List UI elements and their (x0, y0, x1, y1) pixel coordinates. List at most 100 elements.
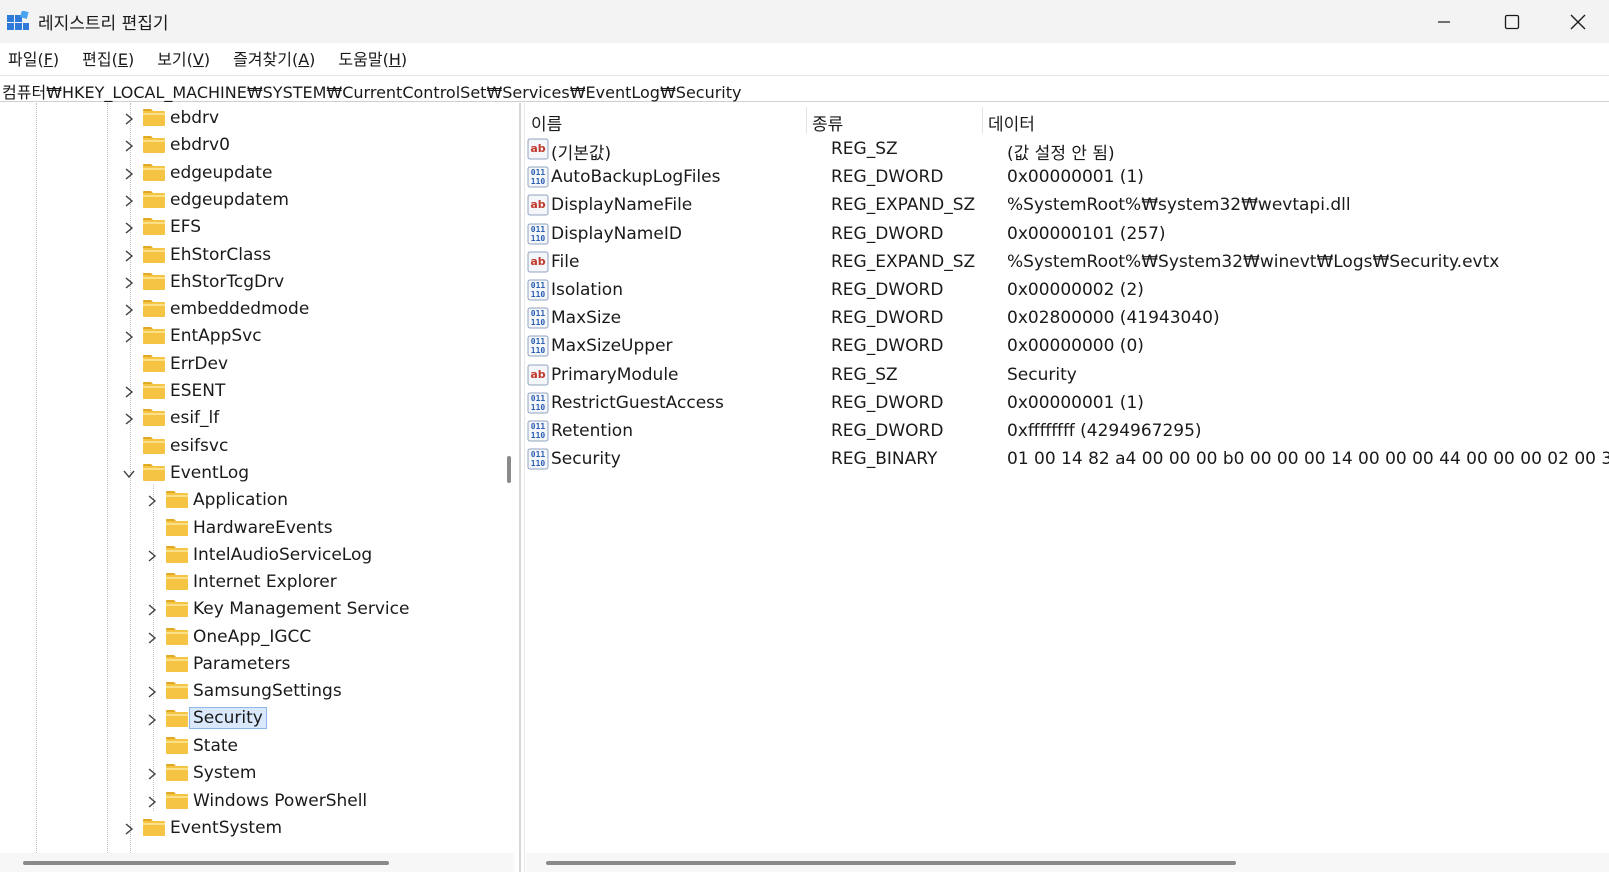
address-bar[interactable]: 컴퓨터₩HKEY_LOCAL_MACHINE₩SYSTEM₩CurrentCon… (0, 75, 1609, 102)
tree-node-label[interactable]: edgeupdatem (170, 190, 289, 210)
tree-node[interactable]: Security (0, 706, 500, 734)
chevron-right-icon[interactable] (123, 195, 135, 207)
tree-node-label[interactable]: Internet Explorer (193, 572, 337, 592)
menu-edit[interactable]: 편집(E) (82, 46, 134, 70)
tree-node-label[interactable]: Windows PowerShell (193, 791, 367, 811)
tree-node[interactable]: EhStorTcgDrv (0, 269, 500, 297)
list-hscroll-thumb[interactable] (546, 861, 1236, 865)
chevron-right-icon[interactable] (146, 686, 158, 698)
tree-node[interactable]: edgeupdate (0, 160, 500, 188)
chevron-right-icon[interactable] (123, 168, 135, 180)
pane-splitter[interactable] (519, 103, 521, 872)
tree-node[interactable]: EventLog (0, 460, 500, 488)
address-path[interactable]: 컴퓨터₩HKEY_LOCAL_MACHINE₩SYSTEM₩CurrentCon… (2, 79, 742, 103)
value-row[interactable]: 011 110 RestrictGuestAccess REG_DWORD 0x0000… (526, 390, 1609, 419)
chevron-right-icon[interactable] (146, 604, 158, 616)
value-row[interactable]: ab File REG_EXPAND_SZ %SystemRoot%₩System32… (526, 249, 1609, 278)
value-list[interactable]: 이름 종류 데이터 ab (기본값) REG_SZ (값 설정 안 됨) 011 110 A… (526, 103, 1609, 853)
value-row[interactable]: 011 110 MaxSizeUpper REG_DWORD 0x00000000 (0… (526, 333, 1609, 362)
key-tree[interactable]: ebdrv ebdrv0 edgeupdate edgeupdatem EFS EhSto… (0, 103, 514, 853)
menu-view[interactable]: 보기(V) (157, 46, 210, 70)
tree-node[interactable]: Application (0, 487, 500, 515)
chevron-right-icon[interactable] (123, 304, 135, 316)
chevron-right-icon[interactable] (146, 495, 158, 507)
minimize-button[interactable] (1410, 0, 1478, 43)
tree-node-label[interactable]: ESENT (170, 381, 225, 401)
list-horizontal-scrollbar[interactable] (526, 853, 1609, 872)
chevron-right-icon[interactable] (123, 823, 135, 835)
tree-node-label[interactable]: edgeupdate (170, 163, 272, 183)
chevron-right-icon[interactable] (146, 550, 158, 562)
tree-node[interactable]: Windows PowerShell (0, 788, 500, 816)
tree-node[interactable]: embeddedmode (0, 296, 500, 324)
value-row[interactable]: ab PrimaryModule REG_SZ Security (526, 362, 1609, 391)
tree-node[interactable]: ebdrv0 (0, 132, 500, 160)
tree-node-label[interactable]: EventLog (170, 463, 249, 483)
tree-node-label[interactable]: ebdrv (170, 108, 219, 128)
tree-node-label[interactable]: EventSystem (170, 818, 282, 838)
column-header-data[interactable]: 데이터 (983, 103, 1603, 137)
tree-vertical-scrollbar[interactable] (507, 456, 511, 483)
tree-node[interactable]: System (0, 760, 500, 788)
chevron-down-icon[interactable] (123, 468, 135, 480)
tree-node[interactable]: Internet Explorer (0, 569, 500, 597)
value-row[interactable]: ab (기본값) REG_SZ (값 설정 안 됨) (526, 136, 1609, 165)
tree-node-label[interactable]: System (193, 763, 256, 783)
tree-node-label[interactable]: Key Management Service (193, 599, 409, 619)
tree-node[interactable]: HardwareEvents (0, 515, 500, 543)
chevron-right-icon[interactable] (146, 632, 158, 644)
chevron-right-icon[interactable] (146, 714, 158, 726)
tree-node[interactable]: edgeupdatem (0, 187, 500, 215)
tree-node-label[interactable]: State (193, 736, 238, 756)
tree-node[interactable]: esif_lf (0, 405, 500, 433)
value-row[interactable]: 011 110 Security REG_BINARY 01 00 14 82 a4 0… (526, 446, 1609, 475)
tree-node[interactable]: ErrDev (0, 351, 500, 379)
tree-node-label[interactable]: EntAppSvc (170, 326, 262, 346)
value-row[interactable]: 011 110 AutoBackupLogFiles REG_DWORD 0x00000… (526, 164, 1609, 193)
tree-node-label[interactable]: EhStorTcgDrv (170, 272, 284, 292)
tree-node-label[interactable]: Application (193, 490, 288, 510)
menu-favorites[interactable]: 즐겨찾기(A) (233, 46, 315, 70)
chevron-right-icon[interactable] (123, 113, 135, 125)
maximize-button[interactable] (1478, 0, 1546, 43)
tree-node-label[interactable]: embeddedmode (170, 299, 309, 319)
chevron-right-icon[interactable] (123, 222, 135, 234)
column-header-type[interactable]: 종류 (807, 103, 982, 137)
tree-node-label[interactable]: HardwareEvents (193, 518, 333, 538)
chevron-right-icon[interactable] (123, 249, 135, 262)
tree-node[interactable]: EFS (0, 214, 500, 242)
tree-node[interactable]: Key Management Service (0, 596, 500, 624)
tree-node-label[interactable]: ebdrv0 (170, 135, 230, 155)
tree-node-label[interactable]: SamsungSettings (193, 681, 342, 701)
column-header-name[interactable]: 이름 (526, 103, 806, 137)
close-button[interactable] (1546, 0, 1609, 43)
tree-hscroll-thumb[interactable] (23, 861, 389, 865)
value-row[interactable]: 011 110 DisplayNameID REG_DWORD 0x00000101 (… (526, 221, 1609, 250)
chevron-right-icon[interactable] (123, 386, 135, 398)
tree-node-label[interactable]: Security (189, 706, 267, 729)
tree-node[interactable]: State (0, 733, 500, 761)
tree-node[interactable]: ESENT (0, 378, 500, 406)
tree-horizontal-scrollbar[interactable] (0, 853, 514, 872)
tree-node-label[interactable]: esifsvc (170, 436, 228, 456)
chevron-right-icon[interactable] (146, 795, 158, 808)
tree-node-label[interactable]: IntelAudioServiceLog (193, 545, 372, 565)
tree-node-label[interactable]: EFS (170, 217, 201, 237)
menu-file[interactable]: 파일(F) (8, 46, 59, 70)
chevron-right-icon[interactable] (123, 140, 135, 152)
tree-node[interactable]: EventSystem (0, 815, 500, 843)
chevron-right-icon[interactable] (146, 768, 158, 780)
tree-node-label[interactable]: EhStorClass (170, 245, 271, 265)
tree-node[interactable]: OneApp_IGCC (0, 624, 500, 652)
chevron-right-icon[interactable] (123, 413, 135, 425)
tree-node[interactable]: IntelAudioServiceLog (0, 542, 500, 570)
value-row[interactable]: 011 110 Retention REG_DWORD 0xffffffff (4294… (526, 418, 1609, 447)
value-row[interactable]: 011 110 Isolation REG_DWORD 0x00000002 (2) (526, 277, 1609, 306)
tree-node[interactable]: EhStorClass (0, 242, 500, 270)
tree-node[interactable]: esifsvc (0, 433, 500, 461)
tree-node[interactable]: EntAppSvc (0, 323, 500, 351)
tree-node-label[interactable]: Parameters (193, 654, 290, 674)
tree-node-label[interactable]: OneApp_IGCC (193, 627, 311, 647)
tree-node-label[interactable]: ErrDev (170, 354, 228, 374)
value-row[interactable]: 011 110 MaxSize REG_DWORD 0x02800000 (419430… (526, 305, 1609, 334)
